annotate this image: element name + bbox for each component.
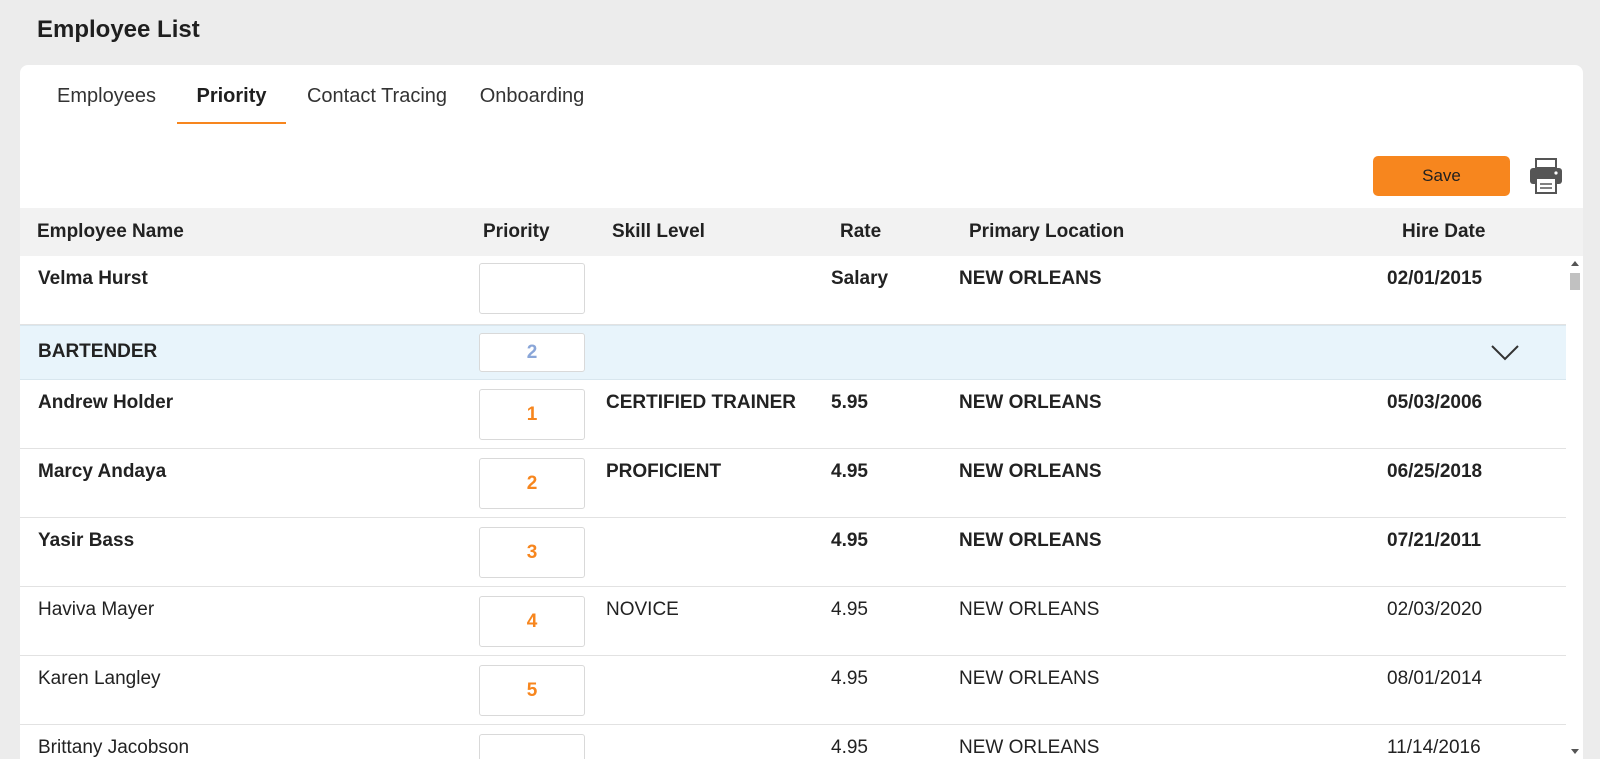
skill-level: CERTIFIED TRAINER xyxy=(606,392,796,413)
tab-priority[interactable]: Priority xyxy=(177,82,286,124)
primary-location: NEW ORLEANS xyxy=(959,461,1102,482)
employee-name: Yasir Bass xyxy=(38,530,135,551)
rate: 4.95 xyxy=(831,668,868,689)
priority-input[interactable]: 1 xyxy=(479,389,585,440)
group-name: BARTENDER xyxy=(38,341,158,362)
rate: 4.95 xyxy=(831,530,868,551)
employee-name: Marcy Andaya xyxy=(38,461,167,482)
employee-name: Haviva Mayer xyxy=(38,599,155,620)
employee-name: Karen Langley xyxy=(38,668,161,689)
save-button[interactable]: Save xyxy=(1373,156,1510,196)
table-row[interactable]: Marcy Andaya 2 PROFICIENT 4.95 NEW ORLEA… xyxy=(20,449,1566,518)
priority-input[interactable]: 2 xyxy=(479,458,585,509)
rate: 4.95 xyxy=(831,461,868,482)
column-header-primary-location[interactable]: Primary Location xyxy=(969,208,1124,256)
table-scrollbar[interactable] xyxy=(1566,256,1583,759)
main-card: Employees Priority Contact Tracing Onboa… xyxy=(20,65,1583,759)
column-header-employee-name[interactable]: Employee Name xyxy=(37,208,184,256)
group-priority-input[interactable]: 2 xyxy=(479,333,585,372)
printer-icon[interactable] xyxy=(1528,157,1564,195)
hire-date: 08/01/2014 xyxy=(1387,668,1483,689)
hire-date: 07/21/2011 xyxy=(1387,530,1482,551)
rate: 4.95 xyxy=(831,737,868,758)
column-header-priority[interactable]: Priority xyxy=(483,208,550,256)
scroll-down-arrow-icon[interactable] xyxy=(1571,749,1579,754)
rate: 5.95 xyxy=(831,392,868,413)
primary-location: NEW ORLEANS xyxy=(959,268,1102,289)
column-header-hire-date[interactable]: Hire Date xyxy=(1402,208,1485,256)
hire-date: 02/01/2015 xyxy=(1387,268,1483,289)
hire-date: 11/14/2016 xyxy=(1387,737,1481,758)
table-row[interactable]: Haviva Mayer 4 NOVICE 4.95 NEW ORLEANS 0… xyxy=(20,587,1566,656)
hire-date: 02/03/2020 xyxy=(1387,599,1483,620)
tab-contact-tracing[interactable]: Contact Tracing xyxy=(306,82,448,124)
primary-location: NEW ORLEANS xyxy=(959,737,1100,758)
priority-input[interactable]: 3 xyxy=(479,527,585,578)
tab-bar: Employees Priority Contact Tracing Onboa… xyxy=(20,65,1583,127)
rate: Salary xyxy=(831,268,889,289)
column-header-rate[interactable]: Rate xyxy=(840,208,881,256)
table-row[interactable]: Velma Hurst Salary NEW ORLEANS 02/01/201… xyxy=(20,256,1566,325)
table-row[interactable]: Brittany Jacobson 4.95 NEW ORLEANS 11/14… xyxy=(20,725,1566,759)
table-row[interactable]: Andrew Holder 1 CERTIFIED TRAINER 5.95 N… xyxy=(20,380,1566,449)
tab-employees[interactable]: Employees xyxy=(56,82,157,124)
employee-name: Brittany Jacobson xyxy=(38,737,190,758)
scroll-thumb[interactable] xyxy=(1570,273,1580,290)
hire-date: 06/25/2018 xyxy=(1387,461,1483,482)
scroll-up-arrow-icon[interactable] xyxy=(1571,261,1579,266)
employee-name: Velma Hurst xyxy=(38,268,148,289)
hire-date: 05/03/2006 xyxy=(1387,392,1483,413)
table-row[interactable]: Yasir Bass 3 4.95 NEW ORLEANS 07/21/2011 xyxy=(20,518,1566,587)
column-header-skill-level[interactable]: Skill Level xyxy=(612,208,705,256)
primary-location: NEW ORLEANS xyxy=(959,530,1102,551)
group-row-bartender[interactable]: BARTENDER 2 xyxy=(20,325,1566,380)
priority-input[interactable]: 5 xyxy=(479,665,585,716)
page-title: Employee List xyxy=(37,16,200,43)
chevron-down-icon[interactable] xyxy=(1489,340,1521,364)
priority-input[interactable] xyxy=(479,263,585,314)
tab-onboarding[interactable]: Onboarding xyxy=(467,82,597,124)
table-body: Velma Hurst Salary NEW ORLEANS 02/01/201… xyxy=(20,256,1566,759)
primary-location: NEW ORLEANS xyxy=(959,599,1100,620)
priority-input[interactable] xyxy=(479,734,585,759)
primary-location: NEW ORLEANS xyxy=(959,668,1100,689)
employee-name: Andrew Holder xyxy=(38,392,174,413)
priority-input[interactable]: 4 xyxy=(479,596,585,647)
table-row[interactable]: Karen Langley 5 4.95 NEW ORLEANS 08/01/2… xyxy=(20,656,1566,725)
table-header: Employee Name Priority Skill Level Rate … xyxy=(20,208,1583,256)
primary-location: NEW ORLEANS xyxy=(959,392,1102,413)
rate: 4.95 xyxy=(831,599,868,620)
skill-level: NOVICE xyxy=(606,599,679,620)
skill-level: PROFICIENT xyxy=(606,461,722,482)
